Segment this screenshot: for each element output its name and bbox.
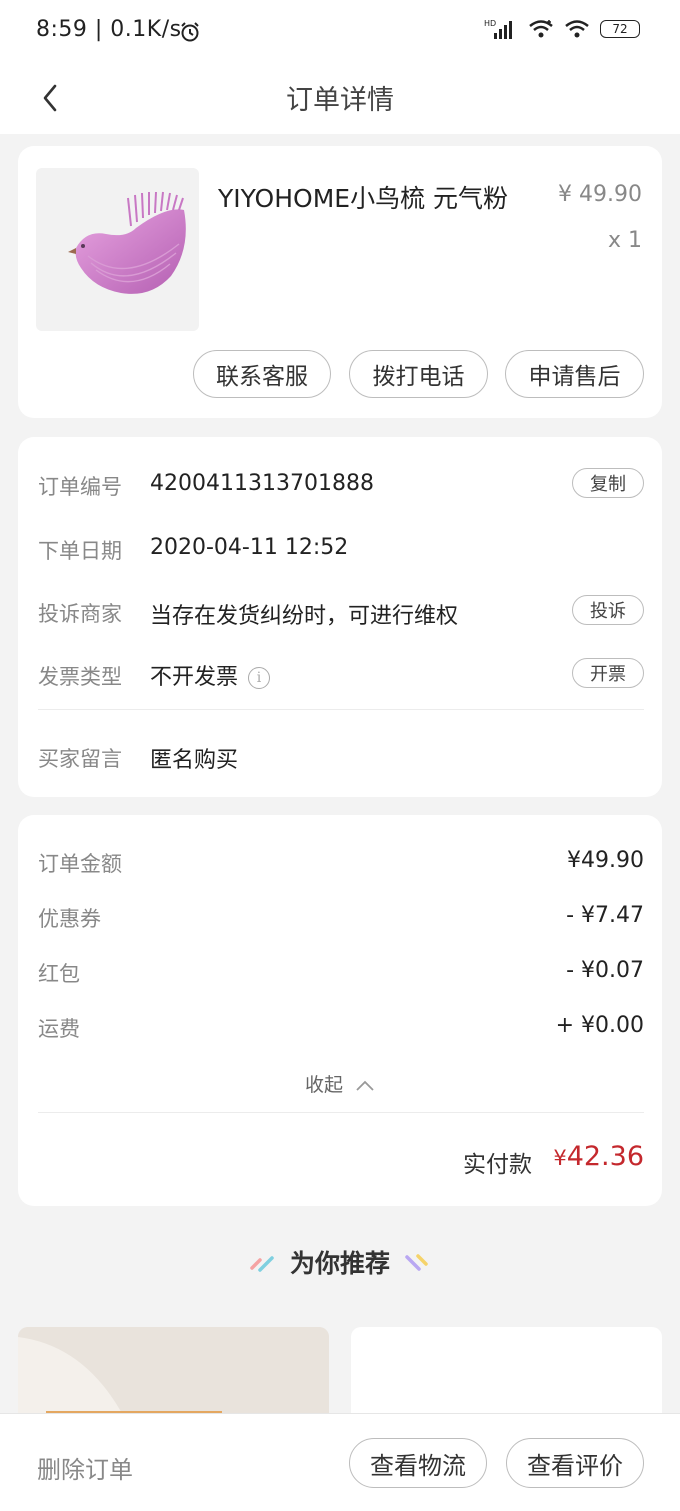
paid-amount: ¥42.36 [553, 1141, 644, 1172]
order-amount: ¥49.90 [567, 848, 644, 873]
product-image[interactable] [36, 168, 199, 331]
chevron-up-icon [356, 1080, 374, 1091]
coupon-label: 优惠券 [38, 907, 101, 931]
status-time: 8:59 | 0.1K/s [36, 17, 182, 42]
page-title: 订单详情 [286, 85, 394, 116]
battery-icon: 72 [600, 20, 640, 38]
shipping-amount: + ¥0.00 [555, 1013, 644, 1038]
copy-button[interactable]: 复制 [572, 468, 644, 498]
bottom-action-bar: 删除订单 查看物流 查看评价 [0, 1413, 680, 1511]
call-button[interactable]: 拨打电话 [349, 350, 488, 398]
order-amount-label: 订单金额 [38, 852, 122, 876]
complain-description: 当存在发货纠纷时，可进行维权 [150, 604, 459, 629]
order-date-label: 下单日期 [38, 539, 122, 563]
wifi-icon [529, 20, 553, 38]
recommend-title: 为你推荐 [289, 1249, 390, 1278]
network-label: HD [484, 19, 496, 28]
complain-label: 投诉商家 [38, 602, 122, 626]
status-bar: 8:59 | 0.1K/s HD 72 [0, 0, 680, 62]
amount-card: 订单金额 ¥49.90 优惠券 - ¥7.47 红包 - ¥0.07 运费 + … [18, 815, 662, 1206]
paid-currency: ¥ [553, 1146, 567, 1170]
product-price: ¥ 49.90 [558, 182, 642, 207]
signal-icon: HD [484, 19, 512, 39]
divider [38, 709, 644, 710]
divider [38, 1112, 644, 1113]
coupon-amount: - ¥7.47 [566, 903, 644, 928]
invoice-type: 不开发票 i [150, 659, 271, 691]
collapse-toggle[interactable]: 收起 [18, 1070, 662, 1097]
order-info-card: 订单编号 4200411313701888 复制 下单日期 2020-04-11… [18, 437, 662, 797]
buyer-message-label: 买家留言 [38, 747, 122, 771]
buyer-message: 匿名购买 [150, 748, 239, 773]
view-review-button[interactable]: 查看评价 [506, 1438, 644, 1488]
complain-button[interactable]: 投诉 [572, 595, 644, 625]
order-number-label: 订单编号 [38, 475, 122, 499]
product-card: YIYOHOME小鸟梳 元气粉 ¥ 49.90 x 1 联系客服 拨打电话 申请… [18, 146, 662, 418]
info-icon[interactable]: i [248, 667, 271, 689]
decor-slash-right-icon [405, 1254, 428, 1271]
wifi-icon-2 [565, 20, 589, 38]
product-name[interactable]: YIYOHOME小鸟梳 元气粉 [218, 179, 508, 215]
issue-invoice-button[interactable]: 开票 [572, 658, 644, 688]
order-number: 4200411313701888 [150, 471, 374, 496]
product-quantity: x 1 [607, 228, 642, 253]
delete-order-button[interactable]: 删除订单 [37, 1450, 133, 1485]
shipping-label: 运费 [38, 1017, 80, 1041]
invoice-type-value: 不开发票 [150, 665, 239, 690]
contact-service-button[interactable]: 联系客服 [193, 350, 331, 398]
bird-comb-image [68, 191, 186, 294]
invoice-type-label: 发票类型 [38, 665, 122, 689]
recommend-header: 为你推荐 [0, 1244, 680, 1280]
decor-slash-left-icon [250, 1256, 274, 1272]
collapse-label: 收起 [304, 1074, 343, 1096]
alarm-icon [181, 22, 199, 42]
after-sales-button[interactable]: 申请售后 [505, 350, 644, 398]
nav-bar: 订单详情 [0, 62, 680, 134]
view-logistics-button[interactable]: 查看物流 [349, 1438, 487, 1488]
redpacket-label: 红包 [38, 962, 80, 986]
redpacket-amount: - ¥0.07 [566, 958, 644, 983]
paid-label: 实付款 [463, 1152, 532, 1178]
paid-amount-value: 42.36 [566, 1141, 644, 1172]
order-date: 2020-04-11 12:52 [150, 535, 349, 560]
